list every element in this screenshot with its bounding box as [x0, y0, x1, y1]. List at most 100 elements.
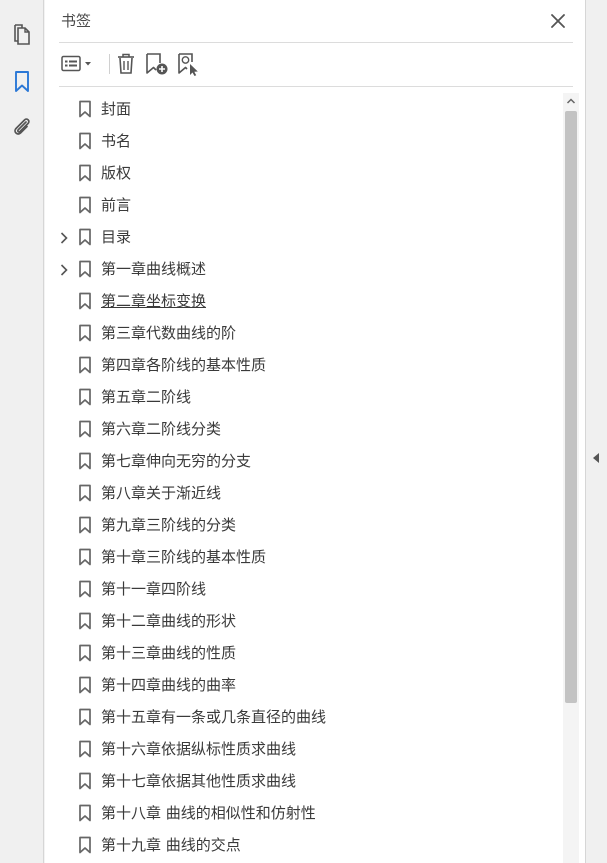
- bookmark-label: 第九章三阶线的分类: [101, 516, 237, 534]
- bookmark-item[interactable]: 第一章曲线概述: [45, 253, 565, 285]
- bookmark-label: 第七章伸向无穷的分支: [101, 452, 252, 470]
- bookmark-item[interactable]: 第十八章 曲线的相似性和仿射性: [45, 797, 565, 829]
- bookmark-icon: [78, 388, 92, 406]
- bookmark-icon: [78, 772, 92, 790]
- bookmark-icon: [78, 452, 92, 470]
- bookmark-label: 封面: [101, 100, 132, 118]
- chevron-right-icon[interactable]: [57, 262, 71, 276]
- bookmark-label: 版权: [101, 164, 132, 182]
- attachment-icon[interactable]: [7, 112, 37, 142]
- scroll-up-button[interactable]: [563, 93, 579, 109]
- right-collapse-strip: [586, 0, 607, 863]
- bookmark-item[interactable]: 封面: [45, 93, 565, 125]
- options-menu-icon: [61, 55, 91, 72]
- bookmark-item[interactable]: 第十四章曲线的曲率: [45, 669, 565, 701]
- bookmark-icon: [78, 196, 92, 214]
- bookmark-label: 第十五章有一条或几条直径的曲线: [101, 708, 327, 726]
- close-panel-button[interactable]: [547, 10, 569, 32]
- bookmark-label: 第十二章曲线的形状: [101, 612, 237, 630]
- bookmark-icon: [78, 836, 92, 854]
- bookmark-icon: [78, 260, 92, 278]
- bookmark-label: 第十七章依据其他性质求曲线: [101, 772, 297, 790]
- bookmark-icon[interactable]: [7, 67, 37, 97]
- new-bookmark-icon: [146, 53, 168, 75]
- bookmark-label: 第八章关于渐近线: [101, 484, 222, 502]
- bookmark-item[interactable]: 第十三章曲线的性质: [45, 637, 565, 669]
- bookmark-item[interactable]: 第十五章有一条或几条直径的曲线: [45, 701, 565, 733]
- bookmark-icon: [78, 516, 92, 534]
- bookmark-icon: [78, 708, 92, 726]
- bookmark-item[interactable]: 版权: [45, 157, 565, 189]
- bookmark-label: 前言: [101, 196, 132, 214]
- bookmark-label: 目录: [101, 228, 132, 246]
- toolbar-separator: [109, 54, 110, 74]
- bookmark-icon: [78, 356, 92, 374]
- navigation-rail: [0, 0, 44, 863]
- bookmark-icon: [78, 324, 92, 342]
- vertical-scrollbar[interactable]: [563, 93, 579, 863]
- bookmark-icon: [78, 292, 92, 310]
- bookmark-icon: [78, 228, 92, 246]
- pages-icon[interactable]: [7, 20, 37, 50]
- bookmark-item[interactable]: 第十七章依据其他性质求曲线: [45, 765, 565, 797]
- chevron-up-icon: [566, 98, 576, 104]
- bookmarks-panel: 书签 封面 书名 版权 前言 目录 第一章曲线概述 第二章坐标变换 第三章代数曲…: [45, 0, 586, 863]
- bookmark-label: 第十六章依据纵标性质求曲线: [101, 740, 297, 758]
- bookmark-label: 第十三章曲线的性质: [101, 644, 237, 662]
- bookmark-label: 第十八章 曲线的相似性和仿射性: [101, 804, 316, 822]
- bookmarks-toolbar: [57, 48, 577, 80]
- bookmark-icon: [78, 420, 92, 438]
- bookmark-icon: [78, 580, 92, 598]
- bookmark-item[interactable]: 前言: [45, 189, 565, 221]
- bookmark-item[interactable]: 第六章二阶线分类: [45, 413, 565, 445]
- bookmark-icon: [78, 164, 92, 182]
- bookmark-icon: [78, 548, 92, 566]
- triangle-left-icon: [593, 453, 599, 463]
- new-bookmark-from-structure-icon: [178, 53, 198, 76]
- bookmark-label: 第十九章 曲线的交点: [101, 836, 241, 854]
- bookmark-label: 第十四章曲线的曲率: [101, 676, 237, 694]
- bookmark-item[interactable]: 第三章代数曲线的阶: [45, 317, 565, 349]
- bookmark-label: 第二章坐标变换: [101, 292, 207, 310]
- panel-header: 书签: [45, 0, 586, 42]
- bookmark-icon: [78, 612, 92, 630]
- bookmark-label: 第三章代数曲线的阶: [101, 324, 237, 342]
- bookmark-item[interactable]: 第十章三阶线的基本性质: [45, 541, 565, 573]
- delete-bookmark-button[interactable]: [113, 50, 139, 78]
- close-icon: [551, 14, 565, 28]
- collapse-panel-button[interactable]: [591, 450, 601, 464]
- bookmark-item[interactable]: 第十六章依据纵标性质求曲线: [45, 733, 565, 765]
- delete-icon: [118, 53, 134, 74]
- bookmark-label: 第一章曲线概述: [101, 260, 207, 278]
- bookmark-item[interactable]: 第十一章四阶线: [45, 573, 565, 605]
- header-divider: [59, 42, 573, 43]
- panel-title: 书签: [61, 12, 92, 30]
- toolbar-divider: [59, 86, 573, 87]
- bookmark-icon: [78, 740, 92, 758]
- bookmark-icon: [78, 644, 92, 662]
- bookmark-item[interactable]: 第十九章 曲线的交点: [45, 829, 565, 861]
- new-bookmark-from-structure-button[interactable]: [175, 50, 203, 78]
- bookmark-item[interactable]: 第十二章曲线的形状: [45, 605, 565, 637]
- bookmark-label: 第十章三阶线的基本性质: [101, 548, 267, 566]
- new-bookmark-button[interactable]: [143, 50, 171, 78]
- bookmark-item[interactable]: 第八章关于渐近线: [45, 477, 565, 509]
- bookmark-icon: [78, 804, 92, 822]
- bookmark-item[interactable]: 第九章三阶线的分类: [45, 509, 565, 541]
- bookmark-icon: [78, 484, 92, 502]
- chevron-right-icon[interactable]: [57, 230, 71, 244]
- bookmark-item[interactable]: 第二章坐标变换: [45, 285, 565, 317]
- bookmark-icon: [78, 132, 92, 150]
- bookmark-item[interactable]: 第四章各阶线的基本性质: [45, 349, 565, 381]
- bookmark-label: 第四章各阶线的基本性质: [101, 356, 267, 374]
- bookmark-icon: [78, 100, 92, 118]
- bookmark-item[interactable]: 目录: [45, 221, 565, 253]
- bookmark-item[interactable]: 第七章伸向无穷的分支: [45, 445, 565, 477]
- scroll-thumb[interactable]: [565, 111, 577, 703]
- bookmark-item[interactable]: 第五章二阶线: [45, 381, 565, 413]
- bookmark-list: 封面书名版权前言目录第一章曲线概述 第二章坐标变换第三章代数曲线的阶第四章各阶线的…: [45, 93, 565, 863]
- options-menu-button[interactable]: [59, 50, 97, 78]
- bookmark-icon: [78, 676, 92, 694]
- bookmark-item[interactable]: 书名: [45, 125, 565, 157]
- bookmark-label: 第六章二阶线分类: [101, 420, 222, 438]
